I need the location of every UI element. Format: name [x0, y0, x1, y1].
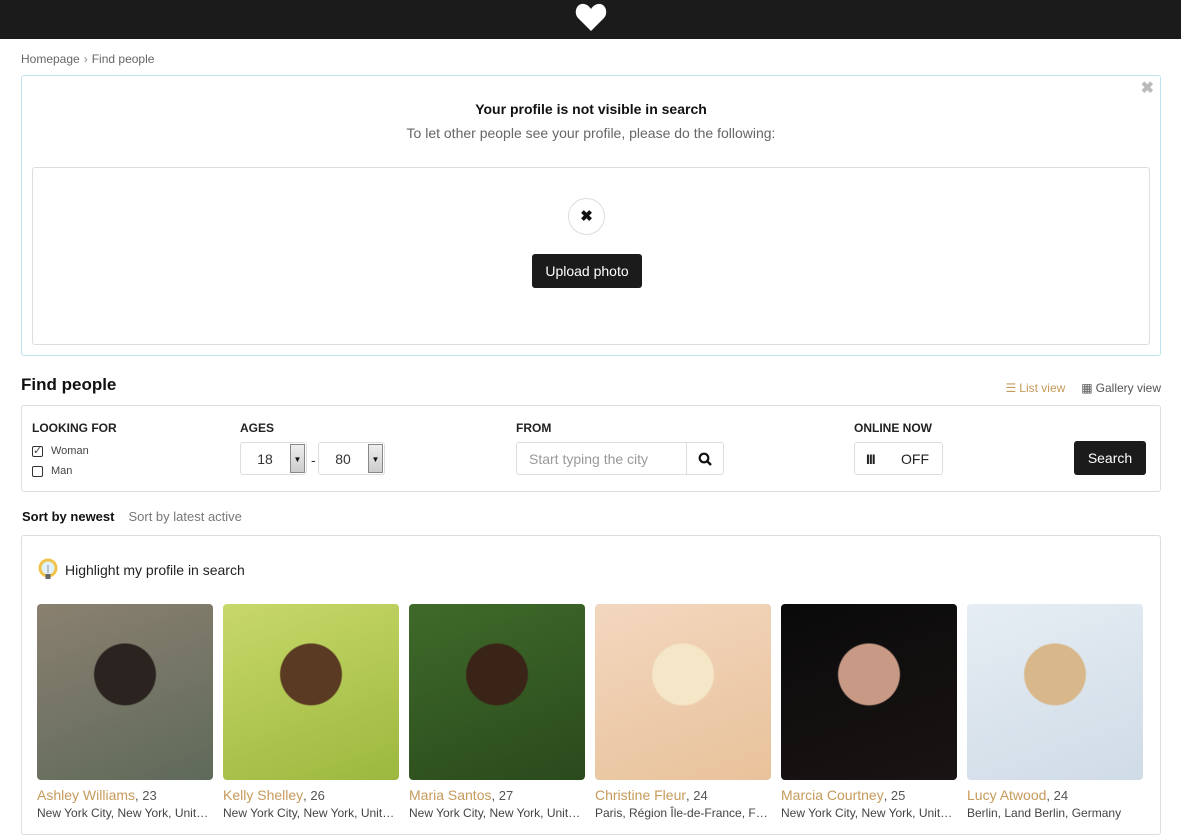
profile-photo[interactable]: [223, 604, 399, 780]
visibility-notice: ✖ Your profile is not visible in search …: [21, 75, 1161, 356]
view-switcher: ☰ List view ▦ Gallery view: [1006, 381, 1161, 395]
lightbulb-icon: [38, 558, 58, 579]
breadcrumb-homepage[interactable]: Homepage: [21, 52, 80, 66]
heart-icon[interactable]: [575, 2, 607, 32]
person-name-link[interactable]: Kelly Shelley, 26: [223, 787, 399, 803]
toggle-state: OFF: [901, 451, 929, 467]
sort-by-latest-active[interactable]: Sort by latest active: [128, 509, 241, 524]
person-name: Lucy Atwood: [967, 787, 1047, 803]
person-age: , 27: [491, 788, 514, 803]
person-card[interactable]: Lucy Atwood, 24 Berlin, Land Berlin, Germ…: [967, 604, 1143, 820]
person-card[interactable]: Ashley Williams, 23 New York City, New Yo…: [37, 604, 213, 820]
person-name-link[interactable]: Lucy Atwood, 24: [967, 787, 1143, 803]
city-search-button[interactable]: [686, 443, 723, 474]
person-name: Ashley Williams: [37, 787, 136, 803]
page-title: Find people: [21, 375, 117, 394]
toggle-handle-icon: III: [866, 451, 876, 467]
online-now-label: Online now: [854, 421, 932, 435]
person-location: New York City, New York, United States: [781, 806, 957, 820]
man-label: Man: [51, 465, 73, 477]
age-min-value: 18: [257, 451, 273, 467]
breadcrumb-current: Find people: [91, 52, 155, 66]
grid-icon: ▦: [1081, 381, 1093, 395]
person-age: , 26: [303, 788, 325, 803]
list-icon: ☰: [1005, 381, 1017, 395]
person-location: New York City, New York, United States: [409, 806, 585, 820]
results-panel: Highlight my profile in search Ashley Wi…: [21, 535, 1161, 835]
gallery-view-label: Gallery view: [1095, 381, 1161, 395]
man-checkbox[interactable]: Man: [32, 465, 72, 477]
ages-label: Ages: [240, 421, 275, 435]
people-grid: Ashley Williams, 23 New York City, New Yo…: [37, 604, 1143, 820]
photo-requirement-box: ✖ Upload photo: [32, 167, 1150, 345]
person-name-link[interactable]: Maria Santos, 27: [409, 787, 585, 803]
person-name: Maria Santos: [409, 787, 492, 803]
sort-options: Sort by newest Sort by latest active: [22, 509, 242, 524]
age-max-select[interactable]: 80 ▼: [318, 442, 385, 475]
person-age: , 25: [883, 788, 906, 803]
search-button[interactable]: Search: [1074, 441, 1146, 475]
person-age: , 24: [1046, 788, 1069, 803]
person-name-link[interactable]: Ashley Williams, 23: [37, 787, 213, 803]
search-icon: [698, 452, 712, 466]
age-min-select[interactable]: 18 ▼: [240, 442, 307, 475]
person-location: Berlin, Land Berlin, Germany: [967, 806, 1122, 820]
x-mark-icon: ✖: [568, 198, 605, 235]
online-now-toggle[interactable]: III OFF: [854, 442, 943, 475]
from-label: From: [516, 421, 552, 435]
person-name-link[interactable]: Marcia Courtney, 25: [781, 787, 957, 803]
checkbox-checked-icon: ✓: [32, 444, 43, 457]
highlight-profile-link[interactable]: Highlight my profile in search: [37, 558, 245, 582]
highlight-label: Highlight my profile in search: [65, 562, 245, 578]
woman-label: Woman: [51, 445, 89, 457]
age-separator: -: [311, 452, 316, 468]
person-location: Paris, Région Île-de-France, France: [595, 806, 771, 820]
notice-subtitle: To let other people see your profile, pl…: [406, 125, 776, 141]
person-name: Kelly Shelley: [223, 787, 304, 803]
person-name: Christine Fleur: [595, 787, 687, 803]
person-age: , 24: [686, 788, 708, 803]
person-age: , 23: [135, 788, 157, 803]
person-card[interactable]: Maria Santos, 27 New York City, New York,…: [409, 604, 585, 820]
gallery-view-link[interactable]: ▦ Gallery view: [1081, 381, 1161, 395]
person-name-link[interactable]: Christine Fleur, 24: [595, 787, 771, 803]
sort-by-newest[interactable]: Sort by newest: [22, 509, 114, 524]
breadcrumb: Homepage › Find people: [21, 52, 154, 66]
checkbox-unchecked-icon: [32, 465, 43, 477]
person-name: Marcia Courtney: [781, 787, 884, 803]
city-search: [516, 442, 724, 475]
profile-photo[interactable]: [595, 604, 771, 780]
notice-title: Your profile is not visible in search: [475, 101, 707, 117]
list-view-label: List view: [1019, 381, 1066, 395]
woman-checkbox[interactable]: ✓ Woman: [32, 445, 89, 457]
looking-for-label: Looking for: [32, 421, 117, 435]
upload-photo-button[interactable]: Upload photo: [532, 254, 642, 288]
person-card[interactable]: Marcia Courtney, 25 New York City, New Yo…: [781, 604, 957, 820]
top-bar: [0, 0, 1181, 39]
breadcrumb-separator: ›: [83, 52, 88, 66]
age-max-value: 80: [335, 451, 351, 467]
search-filters: Looking for ✓ Woman Man Ages 18 ▼ - 80 ▼…: [21, 405, 1161, 492]
chevron-down-icon[interactable]: ▼: [290, 444, 305, 473]
city-input[interactable]: [517, 443, 686, 474]
profile-photo[interactable]: [781, 604, 957, 780]
person-card[interactable]: Christine Fleur, 24 Paris, Région Île-de-…: [595, 604, 771, 820]
profile-photo[interactable]: [967, 604, 1143, 780]
person-card[interactable]: Kelly Shelley, 26 New York City, New York…: [223, 604, 399, 820]
person-location: New York City, New York, United States: [223, 806, 399, 820]
chevron-down-icon[interactable]: ▼: [368, 444, 383, 473]
list-view-link[interactable]: ☰ List view: [1006, 381, 1066, 395]
close-icon[interactable]: ✖: [1141, 78, 1154, 98]
person-location: New York City, New York, United States: [37, 806, 213, 820]
profile-photo[interactable]: [409, 604, 585, 780]
profile-photo[interactable]: [37, 604, 213, 780]
